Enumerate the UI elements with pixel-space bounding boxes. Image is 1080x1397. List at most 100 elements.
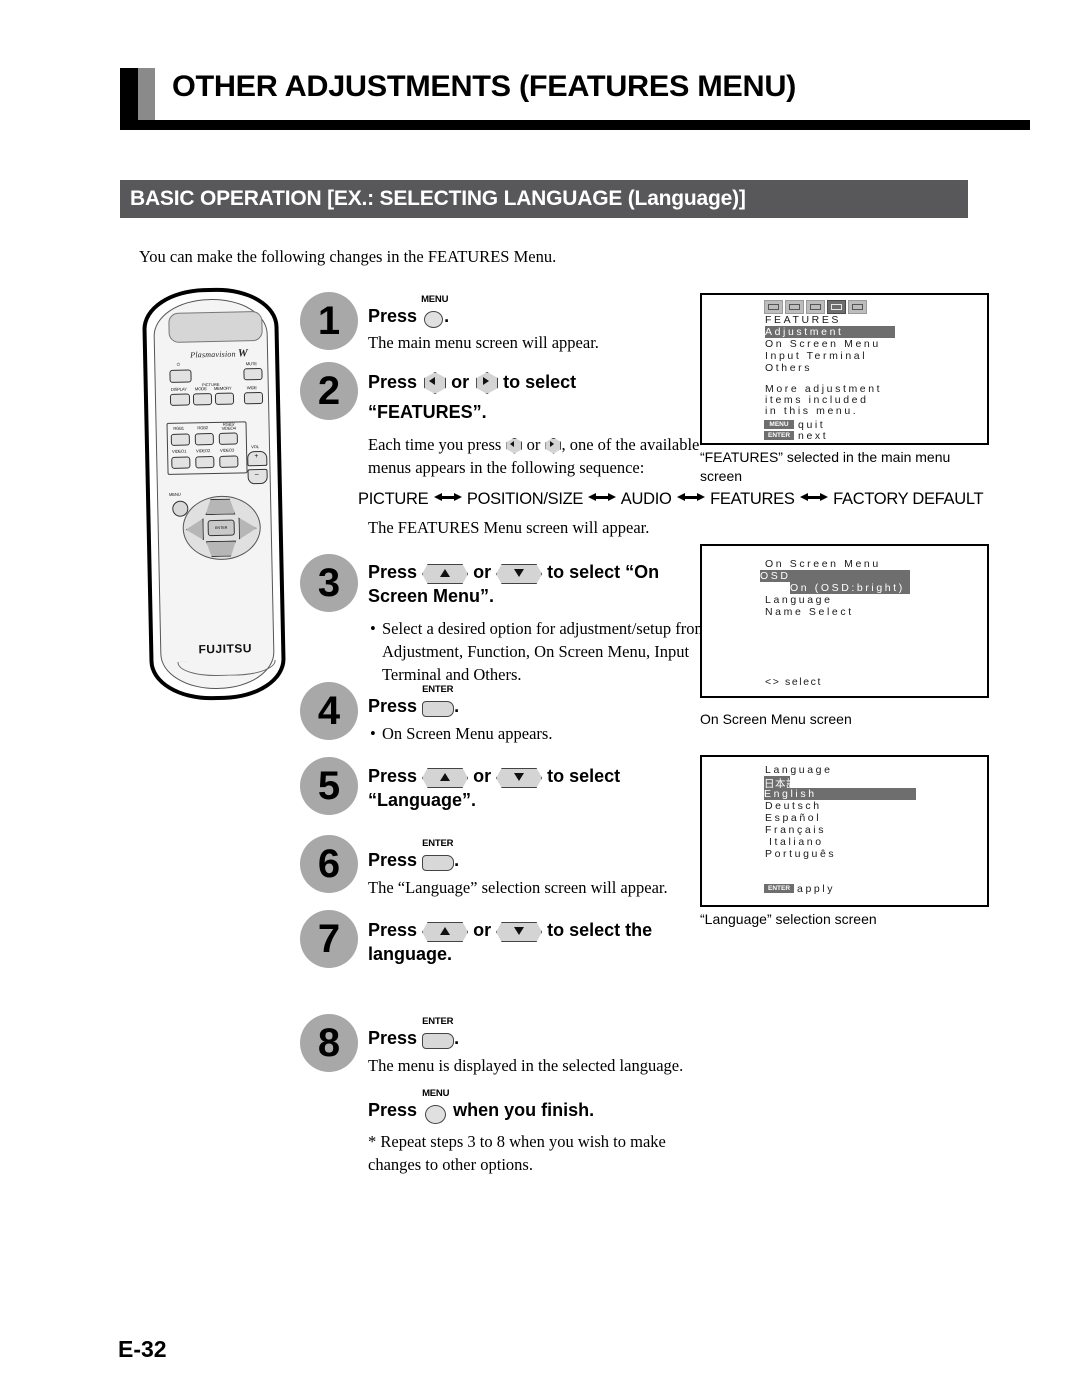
step-3-press-word: Press: [368, 562, 418, 582]
menu-button-label: MENU: [168, 491, 181, 497]
seq-item-factory-default: FACTORY DEFAULT: [833, 490, 984, 508]
step-5-or-word: or: [473, 766, 492, 786]
menu-glyph-caption-finish: MENU: [422, 1088, 450, 1099]
page-header: OTHER ADJUSTMENTS (FEATURES MENU): [120, 68, 1030, 130]
osd-language-enter-action: apply: [797, 883, 836, 895]
seq-item-picture: PICTURE: [358, 490, 429, 508]
step-1-press-word: Press: [368, 306, 418, 326]
display-button-label: DISPLAY: [170, 386, 187, 392]
display-button[interactable]: [169, 393, 191, 406]
memory-button-label: MEMORY: [213, 385, 232, 391]
step-6-period: .: [454, 850, 460, 870]
remote-control-illustration: Plasmavision W ⏻ MUTE PICTURE DISPLAY MO…: [138, 286, 288, 702]
volume-label: VOL: [251, 444, 259, 450]
step-6-number: 6: [300, 835, 358, 893]
rgb1-button[interactable]: [170, 433, 190, 446]
step-7-heading-line1: Press or to select the: [368, 918, 723, 942]
step-2-number: 2: [300, 362, 358, 420]
arrow-left-glyph[interactable]: [422, 371, 447, 394]
enter-glyph-caption: ENTER: [422, 684, 454, 695]
arrow-up-glyph[interactable]: [422, 562, 469, 584]
arrow-down-glyph[interactable]: [496, 562, 543, 584]
step-7-or-word: or: [473, 920, 492, 940]
osd-features-item-on-screen-menu[interactable]: On Screen Menu: [765, 338, 881, 350]
arrow-down-glyph-5[interactable]: [496, 766, 543, 788]
video2-button-label: VIDEO2: [195, 448, 211, 454]
header-accent-grey: [138, 68, 155, 120]
step-5-toselect-word: to select: [547, 766, 621, 786]
osd-features-title: FEATURES: [765, 314, 842, 326]
enter-button-glyph-6[interactable]: ENTER: [422, 838, 455, 871]
video2-button[interactable]: [195, 455, 215, 469]
audio-tab-icon[interactable]: [806, 300, 825, 314]
rgb2-button[interactable]: [194, 432, 214, 446]
osd-features-item-input-terminal[interactable]: Input Terminal: [765, 350, 867, 362]
step-2-note-end: The FEATURES Menu screen will appear.: [368, 518, 650, 537]
menu-glyph-cap: [424, 311, 444, 328]
step-3-heading-line1: Press or to select “On: [368, 560, 718, 584]
osd-language-item-espanol[interactable]: Español: [765, 812, 821, 824]
osd-onscreen-item-osd[interactable]: OSD: [760, 570, 910, 582]
mode-button-label: MODE: [194, 386, 207, 392]
picture-tab-icon[interactable]: [764, 300, 783, 314]
factory-default-tab-icon[interactable]: [848, 300, 867, 314]
arrow-up-glyph-7[interactable]: [422, 920, 469, 942]
step-7-press-word: Press: [368, 920, 418, 940]
video3-button-label: VIDEO3: [219, 447, 235, 453]
wide-button[interactable]: [243, 391, 264, 405]
seq-item-audio: AUDIO: [620, 490, 672, 508]
seq-arrow-1: [433, 491, 463, 503]
intro-text: You can make the following changes in th…: [139, 247, 557, 266]
enter-button-label: ENTER: [215, 525, 228, 530]
arrow-left-glyph-small[interactable]: [505, 437, 523, 454]
step-5-number: 5: [300, 757, 358, 815]
seq-arrow-4: [799, 491, 829, 503]
mute-button[interactable]: [243, 367, 263, 381]
arrow-up-glyph-5[interactable]: [422, 766, 469, 788]
osd-onscreen-menu-screen: On Screen Menu OSD On (OSD:bright) Langu…: [700, 544, 989, 698]
step-1-period: .: [444, 306, 450, 326]
video1-button[interactable]: [171, 456, 191, 469]
step-2-heading-line2: “FEATURES”.: [368, 402, 487, 423]
rgb3-video4-button[interactable]: [218, 432, 238, 445]
menu-button-glyph[interactable]: MENU: [421, 294, 448, 328]
enter-button-glyph[interactable]: ENTER: [422, 684, 455, 717]
osd-language-item-portugues[interactable]: Português: [765, 848, 836, 860]
step-8-heading: Press ENTER .: [368, 1016, 728, 1050]
memory-button[interactable]: [214, 392, 235, 405]
osd-onscreen-item-language[interactable]: Language: [765, 594, 833, 606]
step-8-period: .: [454, 1028, 460, 1048]
seq-arrow-3: [676, 491, 706, 503]
finish-heading: Press MENU when you finish.: [368, 1088, 728, 1124]
step-4-press-word: Press: [368, 696, 418, 716]
osd-features-menu-key: MENU: [764, 420, 794, 429]
osd-language-item-francais[interactable]: Français: [765, 824, 826, 836]
menu-button-glyph-finish[interactable]: MENU: [422, 1088, 449, 1124]
arrow-right-glyph[interactable]: [474, 371, 499, 394]
position-size-tab-icon[interactable]: [785, 300, 804, 314]
enter-glyph-cap-8: [422, 1033, 455, 1049]
power-button[interactable]: [169, 369, 192, 383]
osd-onscreen-item-name-select[interactable]: Name Select: [765, 606, 854, 618]
osd-language-caption: “Language” selection screen: [700, 911, 877, 927]
osd-language-item-english[interactable]: English: [764, 788, 916, 800]
video3-button[interactable]: [219, 455, 239, 468]
osd-features-item-adjustment[interactable]: Adjustment: [765, 326, 895, 338]
enter-button[interactable]: ENTER: [207, 519, 235, 537]
step-2-toselect-word: to select: [503, 372, 577, 392]
picture-mode-button[interactable]: [192, 393, 213, 406]
osd-onscreen-caption: On Screen Menu screen: [700, 711, 852, 727]
enter-button-glyph-8[interactable]: ENTER: [422, 1016, 455, 1049]
section-bar-label: BASIC OPERATION [EX.: SELECTING LANGUAGE…: [130, 187, 746, 210]
remote-inner-panel: Plasmavision W ⏻ MUTE PICTURE DISPLAY MO…: [152, 297, 276, 691]
arrow-down-glyph-7[interactable]: [496, 920, 543, 942]
osd-language-item-deutsch[interactable]: Deutsch: [765, 800, 822, 812]
osd-onscreen-osd-value[interactable]: On (OSD:bright): [790, 582, 910, 594]
osd-language-item-italiano[interactable]: Italiano: [769, 836, 824, 848]
osd-features-item-others[interactable]: Others: [765, 362, 812, 374]
page-number: E-32: [118, 1336, 167, 1362]
step-4-period: .: [454, 696, 460, 716]
page-title: OTHER ADJUSTMENTS (FEATURES MENU): [172, 70, 797, 103]
features-tab-icon[interactable]: [827, 300, 846, 314]
arrow-right-glyph-small[interactable]: [544, 437, 562, 454]
